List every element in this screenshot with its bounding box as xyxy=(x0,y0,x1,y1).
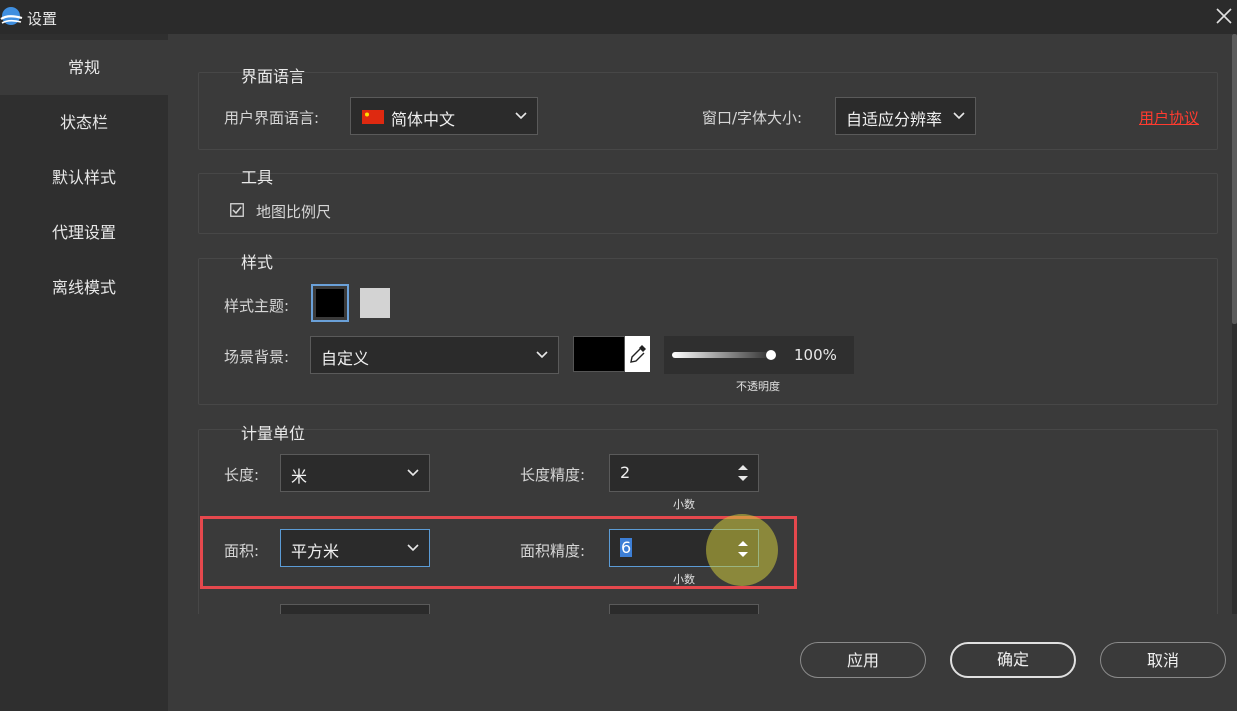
chevron-down-icon xyxy=(407,469,419,477)
sidebar-item-statusbar[interactable]: 状态栏 xyxy=(0,95,168,150)
apply-button[interactable]: 应用 xyxy=(800,642,926,678)
length-unit-value: 米 xyxy=(291,467,308,486)
area-precision-spinbox[interactable]: 6 xyxy=(609,514,778,586)
chevron-down-icon xyxy=(953,112,965,120)
sidebar-item-offline[interactable]: 离线模式 xyxy=(0,260,168,315)
title-bar: 设置 xyxy=(0,0,1237,34)
opacity-value: 100% xyxy=(794,346,837,364)
window-title: 设置 xyxy=(27,10,58,28)
opacity-label: 不透明度 xyxy=(736,380,780,393)
opacity-control: 100% xyxy=(664,336,854,374)
background-value: 自定义 xyxy=(321,349,370,368)
user-agreement-link[interactable]: 用户协议 xyxy=(1139,107,1199,128)
tools-group xyxy=(198,173,1218,234)
map-scale-label: 地图比例尺 xyxy=(256,203,332,221)
eyedropper-button[interactable] xyxy=(625,336,650,372)
theme-dark-swatch[interactable] xyxy=(311,284,349,322)
length-unit-select[interactable]: 米 xyxy=(280,454,430,492)
length-precision-label: 长度精度: xyxy=(520,466,586,484)
background-select[interactable]: 自定义 xyxy=(310,336,559,374)
scrollbar[interactable] xyxy=(1232,34,1237,614)
ok-button[interactable]: 确定 xyxy=(950,642,1076,678)
style-group xyxy=(198,258,1218,405)
spin-arrows-icon[interactable] xyxy=(736,461,750,485)
length-precision-hint: 小数 xyxy=(673,498,695,511)
app-logo-icon xyxy=(0,7,23,25)
units-group-title: 计量单位 xyxy=(241,424,306,443)
theme-light-swatch[interactable] xyxy=(360,288,390,318)
length-precision-value: 2 xyxy=(620,463,631,482)
ui-language-value: 简体中文 xyxy=(391,110,456,129)
ui-language-label: 用户界面语言: xyxy=(224,109,320,127)
area-precision-label: 面积精度: xyxy=(520,542,586,560)
map-scale-checkbox[interactable] xyxy=(230,203,244,217)
tools-group-title: 工具 xyxy=(241,168,274,187)
font-size-select[interactable]: 自适应分辨率 xyxy=(835,97,976,135)
eyedropper-icon xyxy=(630,345,646,363)
spin-arrows-icon[interactable] xyxy=(736,537,750,561)
theme-label: 样式主题: xyxy=(224,297,290,315)
font-size-value: 自适应分辨率 xyxy=(846,110,943,129)
chevron-down-icon xyxy=(407,544,419,552)
theme-dark-fill xyxy=(316,289,344,317)
area-precision-value: 6 xyxy=(620,538,633,557)
ui-language-select[interactable]: 简体中文 xyxy=(350,97,538,135)
sidebar-item-general[interactable]: 常规 xyxy=(0,40,168,95)
scrollbar-thumb[interactable] xyxy=(1232,34,1237,324)
area-unit-select[interactable]: 平方米 xyxy=(280,529,430,567)
volume-precision-spinbox[interactable] xyxy=(609,604,759,614)
chevron-down-icon xyxy=(515,112,527,120)
area-unit-value: 平方米 xyxy=(291,542,340,561)
settings-content: 界面语言 用户界面语言: 简体中文 窗口/字体大小: 自适应分辨率 用户协议 工… xyxy=(168,34,1237,614)
length-precision-spinbox[interactable]: 2 xyxy=(609,454,759,492)
length-label: 长度: xyxy=(224,466,260,484)
volume-unit-select[interactable] xyxy=(280,604,430,614)
style-group-title: 样式 xyxy=(241,253,274,272)
opacity-slider-track[interactable] xyxy=(672,352,772,358)
opacity-slider-handle[interactable] xyxy=(766,350,776,360)
cancel-button[interactable]: 取消 xyxy=(1100,642,1226,678)
sidebar: 常规 状态栏 默认样式 代理设置 离线模式 xyxy=(0,34,168,711)
chevron-down-icon xyxy=(536,351,548,359)
sidebar-item-proxy[interactable]: 代理设置 xyxy=(0,205,168,260)
area-label: 面积: xyxy=(224,542,260,560)
background-color-swatch[interactable] xyxy=(573,336,625,372)
china-flag-icon xyxy=(362,110,384,124)
font-size-label: 窗口/字体大小: xyxy=(702,109,803,127)
close-icon[interactable] xyxy=(1212,4,1236,28)
sidebar-item-default-style[interactable]: 默认样式 xyxy=(0,150,168,205)
background-label: 场景背景: xyxy=(224,348,290,366)
area-precision-hint: 小数 xyxy=(673,573,695,586)
language-group-title: 界面语言 xyxy=(241,67,306,86)
